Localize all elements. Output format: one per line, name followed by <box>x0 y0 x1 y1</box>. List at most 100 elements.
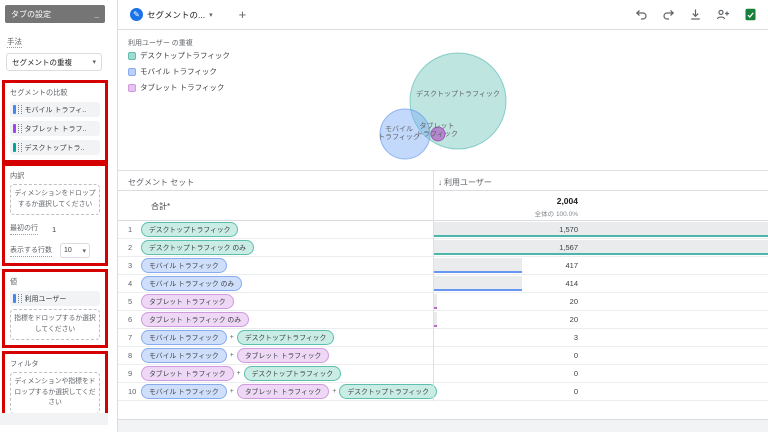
column-header-segment-set[interactable]: セグメント セット <box>128 177 194 188</box>
dimension-dropzone[interactable]: ディメンションをドロップするか選択してください <box>10 184 100 215</box>
value-text: 3 <box>433 329 578 346</box>
row-number: 10 <box>128 387 141 396</box>
value-cell: 417 <box>433 257 768 274</box>
segment-chip[interactable]: 利用ユーザー <box>10 291 100 306</box>
chip-label: モバイル トラフィ.. <box>25 105 87 115</box>
row-count-select[interactable]: 10 ▾ <box>60 243 90 258</box>
column-header-users[interactable]: ↓利用ユーザー <box>438 177 492 188</box>
chip-color-bar <box>13 105 16 114</box>
segment-pill[interactable]: タブレット トラフィック <box>141 294 234 309</box>
value-cell: 1,570 <box>433 221 768 238</box>
table-row[interactable]: 8モバイル トラフィック+タブレット トラフィック0 <box>118 347 768 365</box>
table-row[interactable]: 1デスクトップトラフィック1,570 <box>118 221 768 239</box>
value-cell: 1,567 <box>433 239 768 256</box>
table-row[interactable]: 10モバイル トラフィック+タブレット トラフィック+デスクトップトラフィック0 <box>118 383 768 401</box>
undo-icon[interactable] <box>635 8 648 21</box>
venn-diagram: デスクトップトラフィックモバイルトラフィックタブレットトラフィック <box>351 40 531 168</box>
technique-label: 手法 <box>7 37 22 48</box>
first-row-label: 最初の行 <box>10 223 38 235</box>
minimize-icon[interactable]: _ <box>95 10 99 19</box>
value-text: 1,570 <box>433 221 578 238</box>
tab-settings-panel: タブの設定 _ 手法 セグメントの重複 ▾ セグメントの比較 モバイル トラフィ… <box>0 0 110 432</box>
segment-pill[interactable]: タブレット トラフィック <box>141 366 234 381</box>
row-number: 4 <box>128 279 141 288</box>
drag-handle-icon[interactable] <box>18 294 22 303</box>
segment-pill[interactable]: モバイル トラフィック <box>141 258 227 273</box>
metric-dropzone[interactable]: 指標をドロップするか選択してください <box>10 309 100 340</box>
segment-chip[interactable]: モバイル トラフィ.. <box>10 102 100 117</box>
legend-item: タブレット トラフィック <box>128 82 230 93</box>
panel-header: タブの設定 _ <box>5 5 105 23</box>
bottom-spacer <box>118 401 768 419</box>
segment-chip[interactable]: デスクトップトラ.. <box>10 140 100 155</box>
add-tab-button[interactable]: + <box>239 7 247 22</box>
value-cell: 20 <box>433 311 768 328</box>
segment-pill[interactable]: タブレット トラフィック <box>237 348 330 363</box>
chip-color-bar <box>13 124 16 133</box>
value-text: 0 <box>433 365 578 382</box>
filter-dropzone[interactable]: ディメンションや指標をドロップするか選択してください <box>10 372 100 414</box>
segment-pill[interactable]: タブレット トラフィック のみ <box>141 312 249 327</box>
row-count-label: 表示する行数 <box>10 245 52 257</box>
table-header-row: セグメント セット ↓利用ユーザー <box>118 171 768 191</box>
first-row-value[interactable]: 1 <box>52 225 56 234</box>
value-cell: 3 <box>433 329 768 346</box>
table-row[interactable]: 6タブレット トラフィック のみ 20 <box>118 311 768 329</box>
table-row[interactable]: 9タブレット トラフィック+デスクトップトラフィック0 <box>118 365 768 383</box>
segment-pill[interactable]: デスクトップトラフィック <box>141 222 238 237</box>
segment-comparison-section: セグメントの比較 モバイル トラフィ..タブレット トラフ..デスクトップトラ.… <box>2 80 108 163</box>
legend: デスクトップトラフィックモバイル トラフィックタブレット トラフィック <box>128 50 230 98</box>
chip-color-bar <box>13 294 16 303</box>
table-row[interactable]: 2デスクトップトラフィック のみ1,567 <box>118 239 768 257</box>
table-row[interactable]: 5タブレット トラフィック 20 <box>118 293 768 311</box>
segment-pill[interactable]: デスクトップトラフィック <box>244 366 341 381</box>
filter-label: フィルタ <box>10 359 101 369</box>
redo-icon[interactable] <box>662 8 675 21</box>
toolbar <box>635 8 760 21</box>
segment-pill[interactable]: モバイル トラフィック <box>141 348 227 363</box>
segment-plus-separator: + <box>230 352 234 359</box>
drag-handle-icon[interactable] <box>18 143 22 152</box>
download-icon[interactable] <box>689 8 702 21</box>
table-row[interactable]: 4モバイル トラフィック のみ 414 <box>118 275 768 293</box>
value-text: 0 <box>433 383 578 400</box>
venn-label: デスクトップトラフィック <box>416 89 500 98</box>
filter-section: フィルタ ディメンションや指標をドロップするか選択してください <box>2 351 108 422</box>
segment-pill[interactable]: デスクトップトラフィック のみ <box>141 240 254 255</box>
segment-pill[interactable]: デスクトップトラフィック <box>339 384 436 399</box>
segment-pill[interactable]: モバイル トラフィック <box>141 330 227 345</box>
chip-label: 利用ユーザー <box>25 294 67 304</box>
value-text: 414 <box>433 275 578 292</box>
legend-label: モバイル トラフィック <box>140 66 217 77</box>
segment-pill[interactable]: タブレット トラフィック <box>237 384 330 399</box>
total-percent: 全体の 100.0% <box>433 208 578 218</box>
share-with-people-icon[interactable] <box>716 8 730 21</box>
value-text: 0 <box>433 347 578 364</box>
row-number: 3 <box>128 261 141 270</box>
row-number: 5 <box>128 297 141 306</box>
export-to-sheets-icon[interactable] <box>744 8 757 21</box>
legend-swatch <box>128 52 136 60</box>
drag-handle-icon[interactable] <box>18 124 22 133</box>
table-row[interactable]: 7モバイル トラフィック+デスクトップトラフィック3 <box>118 329 768 347</box>
tab-segment-overlap[interactable]: ✎ セグメントの... ▾ <box>126 0 223 29</box>
value-text: 20 <box>433 311 578 328</box>
segment-chip[interactable]: タブレット トラフ.. <box>10 121 100 136</box>
legend-label: タブレット トラフィック <box>140 82 224 93</box>
segment-pill[interactable]: モバイル トラフィック のみ <box>141 276 242 291</box>
venn-label: タブレットトラフィック <box>416 121 458 138</box>
table-row[interactable]: 3モバイル トラフィック 417 <box>118 257 768 275</box>
segment-chip-list: モバイル トラフィ.. タブレット トラフ.. デスクトップトラ.. <box>9 102 101 155</box>
segment-pill[interactable]: デスクトップトラフィック <box>237 330 334 345</box>
segment-pill[interactable]: モバイル トラフィック <box>141 384 227 399</box>
row-number: 7 <box>128 333 141 342</box>
value-cell: 20 <box>433 293 768 310</box>
drag-handle-icon[interactable] <box>18 105 22 114</box>
row-number: 6 <box>128 315 141 324</box>
legend-item: モバイル トラフィック <box>128 66 230 77</box>
venn-panel: 利用ユーザー の重複 デスクトップトラフィックモバイル トラフィックタブレット … <box>118 30 768 171</box>
legend-label: デスクトップトラフィック <box>140 50 230 61</box>
total-row: 合計* 2,004 全体の 100.0% <box>118 191 768 221</box>
breakdown-section: 内訳 ディメンションをドロップするか選択してください 最初の行 1 表示する行数… <box>2 163 108 266</box>
technique-select[interactable]: セグメントの重複 ▾ <box>6 53 102 71</box>
